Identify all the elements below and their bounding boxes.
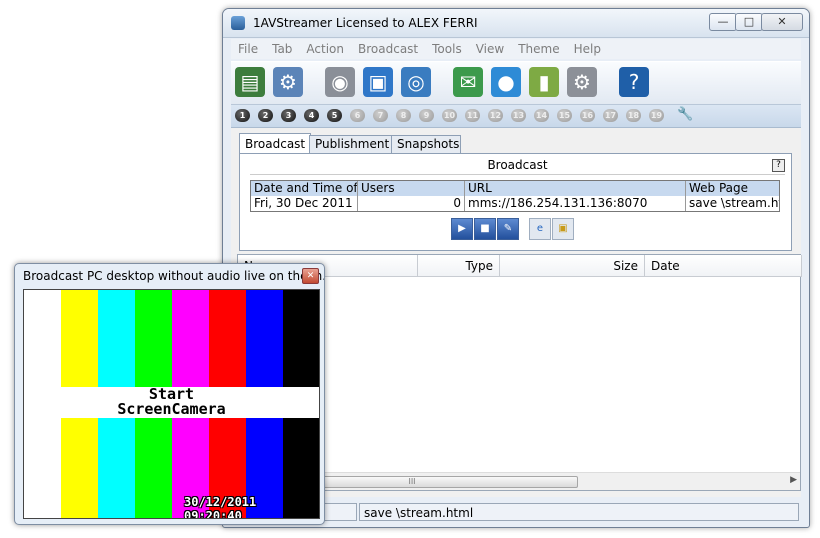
tab-number-12[interactable]: 12	[488, 109, 503, 122]
internet-explorer-icon[interactable]: e	[529, 218, 551, 240]
menu-tools[interactable]: Tools	[425, 42, 469, 56]
broadcast-header: Broadcast ?	[250, 158, 785, 175]
color-bar	[172, 290, 209, 387]
color-bar	[61, 418, 98, 518]
tab-number-15[interactable]: 15	[557, 109, 572, 122]
globe-icon[interactable]: ●	[491, 67, 521, 97]
col-date-time[interactable]: Date and Time of	[251, 181, 358, 196]
color-bar	[61, 290, 98, 387]
camera-capture-icon[interactable]: ◎	[401, 67, 431, 97]
broadcast-table: Date and Time of Users URL Web Page Fri,…	[250, 180, 780, 212]
tab-number-16[interactable]: 16	[580, 109, 595, 122]
menu-action[interactable]: Action	[299, 42, 351, 56]
tab-number-13[interactable]: 13	[511, 109, 526, 122]
color-bar	[98, 418, 135, 518]
broadcast-panel: Broadcast ? Date and Time of Users URL W…	[239, 153, 792, 251]
table-row[interactable]: Fri, 30 Dec 2011 0 mms://186.254.131.136…	[251, 196, 779, 211]
status-file: save \stream.html	[359, 503, 799, 521]
menu-bar: File Tab Action Broadcast Tools View The…	[231, 39, 801, 59]
tab-number-9[interactable]: 9	[419, 109, 434, 122]
email-icon[interactable]: ✉	[453, 67, 483, 97]
menu-theme[interactable]: Theme	[511, 42, 566, 56]
color-bar	[24, 290, 61, 387]
screencamera-line: ScreenCamera	[117, 400, 226, 418]
cell-url: mms://186.254.131.136:8070	[465, 196, 686, 211]
window-title: 1AVStreamer Licensed to ALEX FERRI	[253, 16, 478, 30]
tab-number-18[interactable]: 18	[626, 109, 641, 122]
cell-web-page: save \stream.htm	[686, 196, 779, 211]
color-bar	[246, 290, 283, 387]
tab-number-17[interactable]: 17	[603, 109, 618, 122]
col-type[interactable]: Type	[418, 255, 500, 277]
webcam-icon[interactable]: ◉	[325, 67, 355, 97]
timestamp-overlay: 30/12/2011 09:20:40	[184, 495, 257, 519]
col-web-page[interactable]: Web Page	[686, 181, 779, 196]
menu-tab[interactable]: Tab	[265, 42, 299, 56]
tab-number-2[interactable]: 2	[258, 109, 273, 122]
tab-number-5[interactable]: 5	[327, 109, 342, 122]
col-users[interactable]: Users	[358, 181, 465, 196]
start-label: Start ScreenCamera	[24, 387, 319, 418]
preview-title[interactable]: Broadcast PC desktop without audio live …	[23, 269, 324, 283]
configure-icon[interactable]: ✎	[497, 218, 519, 240]
tab-publishment[interactable]: Publishment	[309, 135, 397, 153]
cell-date-time: Fri, 30 Dec 2011	[251, 196, 358, 211]
color-bar	[209, 290, 246, 387]
menu-file[interactable]: File	[231, 42, 265, 56]
col-size[interactable]: Size	[500, 255, 645, 277]
tab-number-4[interactable]: 4	[304, 109, 319, 122]
tab-number-1[interactable]: 1	[235, 109, 250, 122]
maximize-button[interactable]: □	[735, 13, 763, 31]
scroll-right-icon[interactable]: ▶	[790, 475, 797, 485]
menu-view[interactable]: View	[469, 42, 511, 56]
tab-number-11[interactable]: 11	[465, 109, 480, 122]
screens-icon[interactable]: ▣	[363, 67, 393, 97]
preview-window: Broadcast PC desktop without audio live …	[14, 263, 325, 525]
tab-number-7[interactable]: 7	[373, 109, 388, 122]
toolbar: ▤ ⚙ ◉ ▣ ◎ ✉ ● ▮ ⚙ ?	[231, 61, 801, 105]
book-icon[interactable]: ▮	[529, 67, 559, 97]
preview-screen: Start ScreenCamera 30/12/2011 09:20:40	[23, 289, 320, 519]
wrench-icon[interactable]: 🔧	[677, 107, 693, 122]
broadcast-table-header: Date and Time of Users URL Web Page	[251, 181, 779, 197]
tab-number-3[interactable]: 3	[281, 109, 296, 122]
tab-number-8[interactable]: 8	[396, 109, 411, 122]
help-icon[interactable]: ?	[619, 67, 649, 97]
app-icon	[231, 16, 245, 30]
tab-number-6[interactable]: 6	[350, 109, 365, 122]
broadcast-header-label: Broadcast	[487, 158, 548, 172]
menu-help[interactable]: Help	[567, 42, 608, 56]
open-folder-icon[interactable]: ▤	[235, 67, 265, 97]
title-bar[interactable]: 1AVStreamer Licensed to ALEX FERRI — □ ✕	[223, 9, 809, 38]
play-icon[interactable]: ▶	[451, 218, 473, 240]
close-button[interactable]: ✕	[761, 13, 803, 31]
menu-broadcast[interactable]: Broadcast	[351, 42, 425, 56]
settings-gear-icon[interactable]: ⚙	[273, 67, 303, 97]
minimize-button[interactable]: —	[709, 13, 737, 31]
tab-number-10[interactable]: 10	[442, 109, 457, 122]
tab-broadcast[interactable]: Broadcast	[239, 133, 311, 154]
preview-close-button[interactable]: ✕	[302, 268, 319, 284]
color-bar	[98, 290, 135, 387]
col-date[interactable]: Date	[645, 255, 802, 277]
gears-icon[interactable]: ⚙	[567, 67, 597, 97]
color-bar	[135, 418, 172, 518]
color-bar	[135, 290, 172, 387]
color-bar	[24, 418, 61, 518]
tab-snapshots[interactable]: Snapshots	[391, 135, 461, 153]
panel-help-icon[interactable]: ?	[772, 159, 785, 172]
cell-users: 0	[358, 196, 465, 211]
stop-icon[interactable]: ■	[474, 218, 496, 240]
number-tab-strip: 1 2 3 4 5 6 7 8 9 10 11 12 13 14 15 16 1…	[231, 105, 801, 128]
tab-number-14[interactable]: 14	[534, 109, 549, 122]
color-bar	[283, 290, 319, 387]
tab-number-19[interactable]: 19	[649, 109, 664, 122]
col-url[interactable]: URL	[465, 181, 686, 196]
lock-icon[interactable]: ▣	[552, 218, 574, 240]
